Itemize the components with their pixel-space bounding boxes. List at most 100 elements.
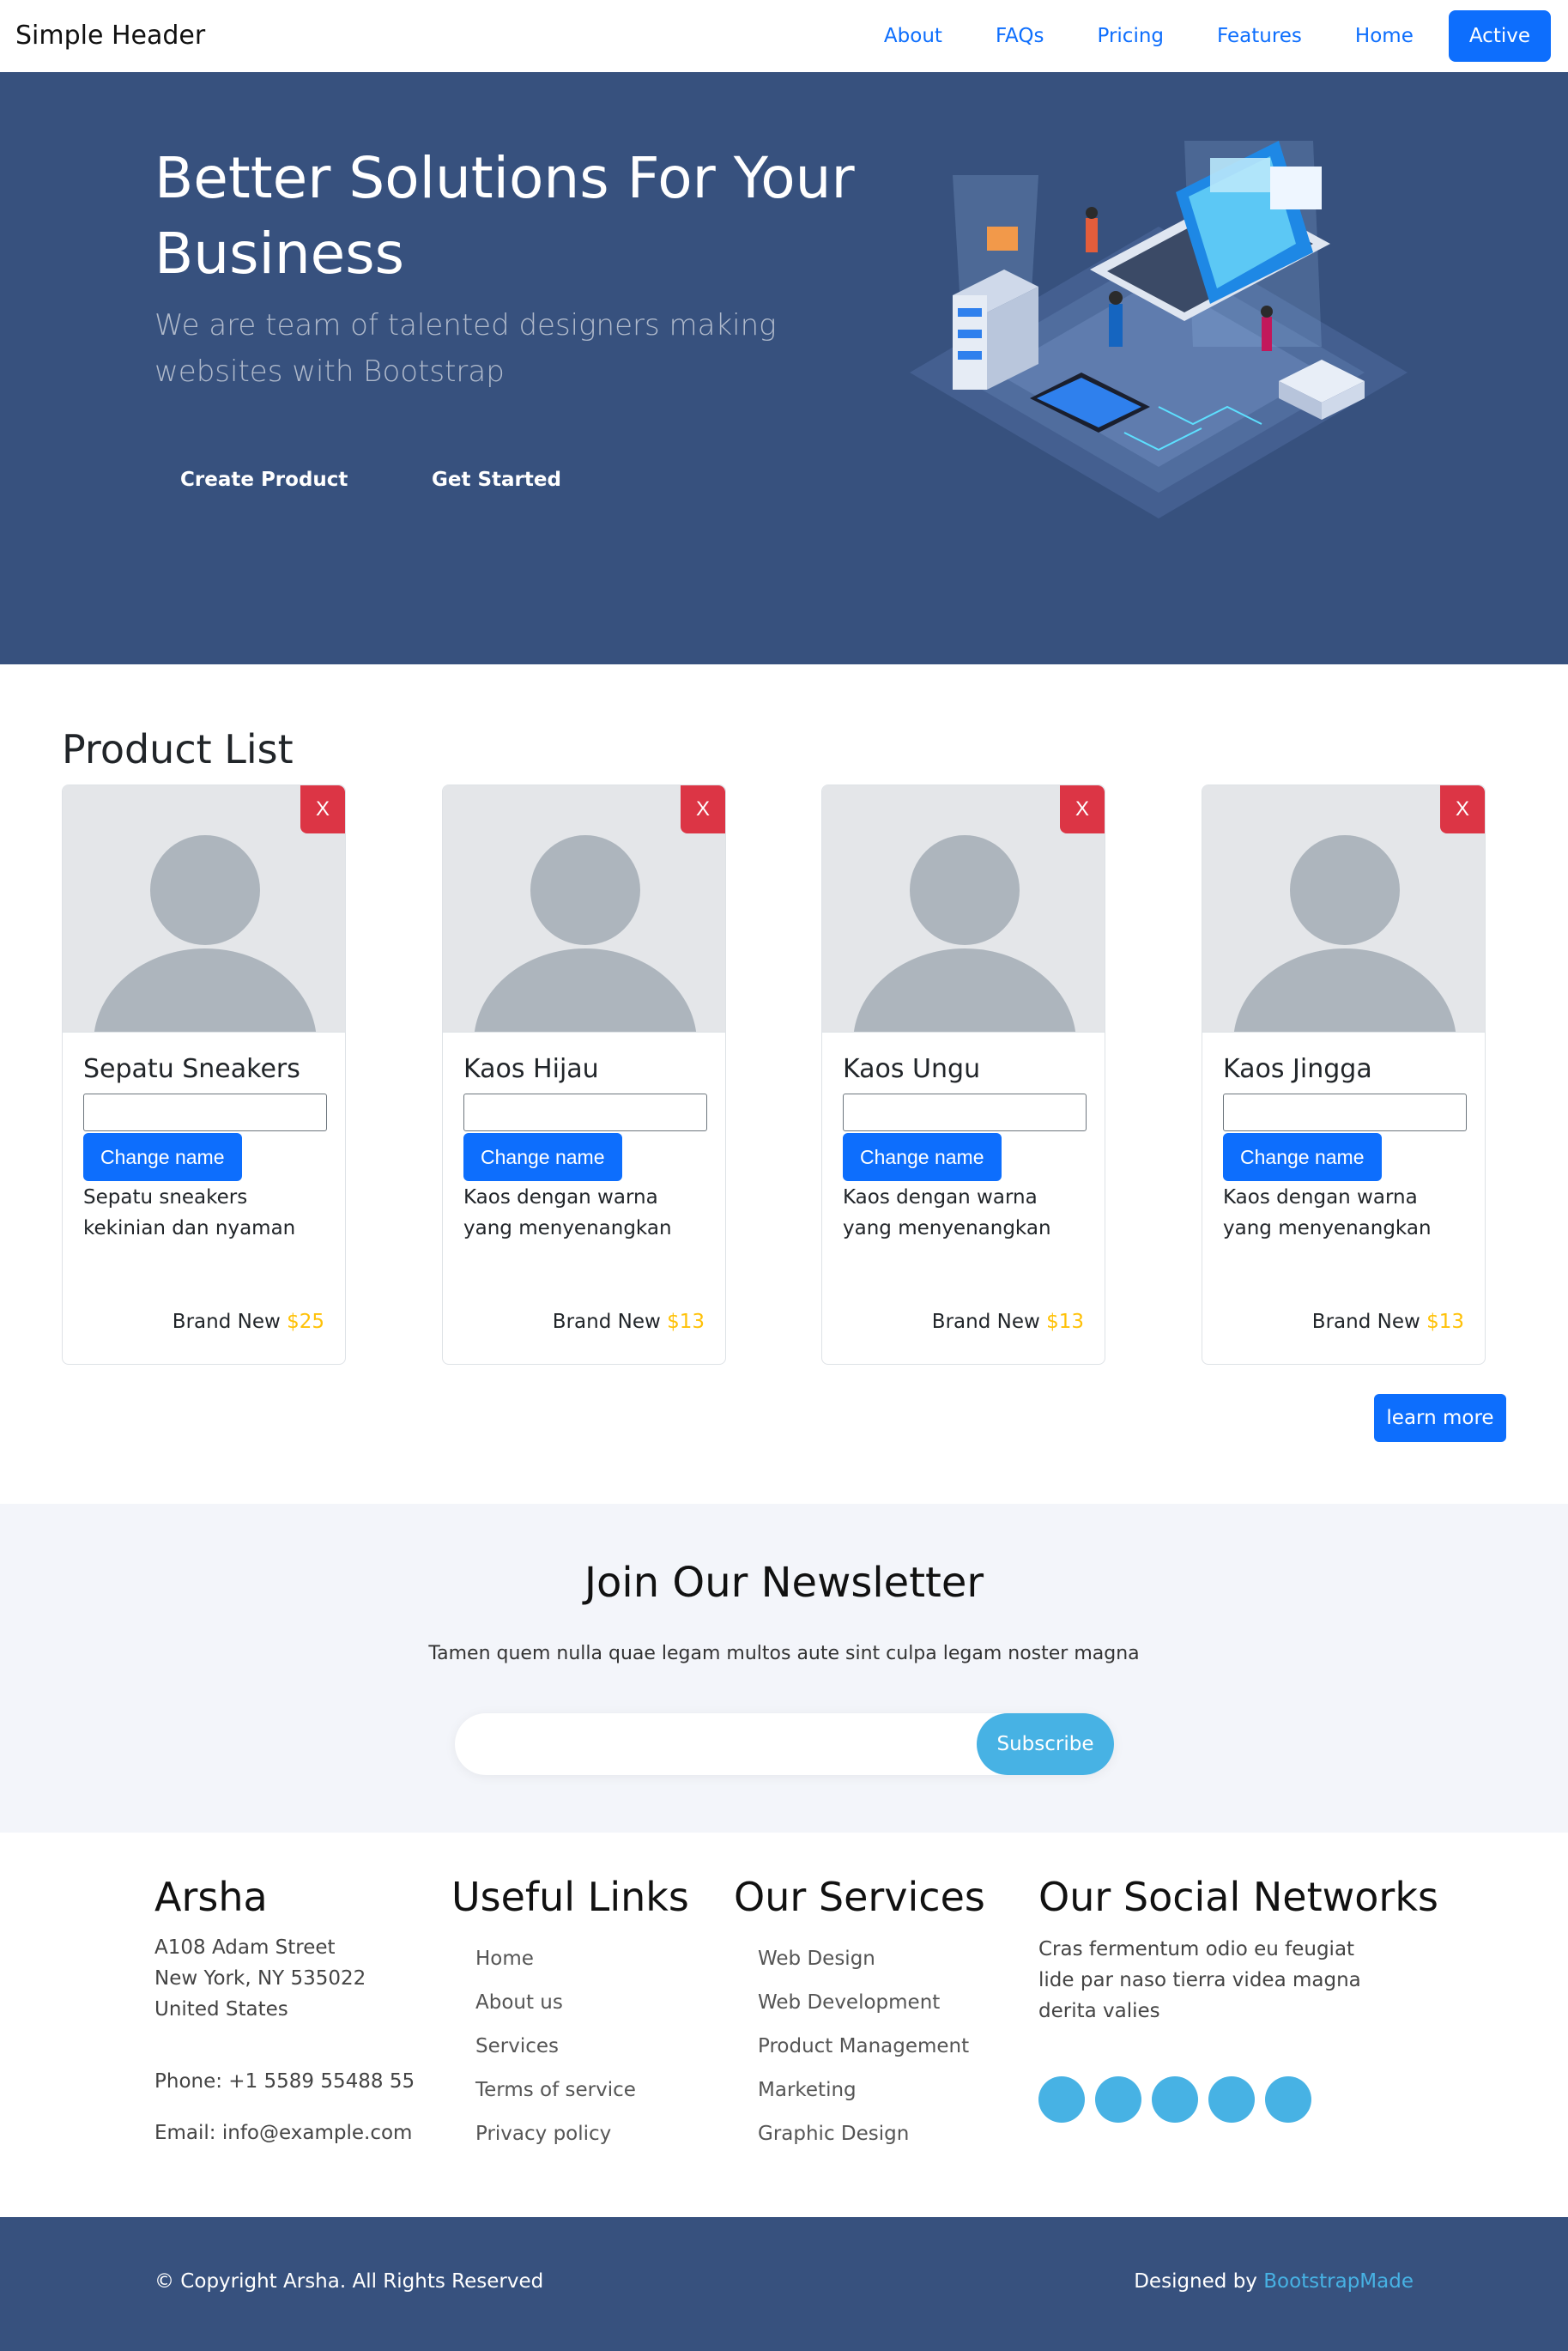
designer-link[interactable]: BootstrapMade (1263, 2270, 1414, 2293)
services-title: Our Services (734, 1874, 985, 1920)
product-price: $13 (667, 1311, 705, 1333)
product-card: X Sepatu Sneakers Change name Sepatu sne… (62, 785, 346, 1365)
linkedin-icon[interactable] (1265, 2076, 1311, 2123)
change-name-button[interactable]: Change name (83, 1133, 242, 1181)
footer-phone: Phone: +1 5589 55488 55 (154, 2070, 415, 2093)
product-price-row: Brand New $13 (932, 1311, 1084, 1333)
learn-more-button[interactable]: learn more (1374, 1394, 1506, 1442)
product-name-input[interactable] (1223, 1094, 1467, 1131)
create-product-button[interactable]: Create Product (180, 469, 348, 491)
get-started-button[interactable]: Get Started (432, 469, 561, 491)
subscribe-button[interactable]: Subscribe (977, 1713, 1114, 1775)
social-title: Our Social Networks (1038, 1874, 1438, 1920)
product-price-row: Brand New $13 (553, 1311, 705, 1333)
footer-service-product-management[interactable]: Product Management (734, 2025, 985, 2069)
copyright-text: © Copyright Arsha. All Rights Reserved (154, 2270, 544, 2293)
product-list-title: Product List (62, 726, 294, 773)
nav-menu: About FAQs Pricing Features Home Active (857, 10, 1551, 62)
footer-link-terms[interactable]: Terms of service (451, 2069, 689, 2112)
change-name-button[interactable]: Change name (1223, 1133, 1382, 1181)
footer-service-web-design[interactable]: Web Design (734, 1937, 985, 1981)
hero-illustration (910, 141, 1408, 518)
facebook-icon[interactable] (1095, 2076, 1141, 2123)
brand-title[interactable]: Simple Header (15, 21, 205, 51)
change-name-button[interactable]: Change name (463, 1133, 622, 1181)
price-label: Brand New (552, 1311, 661, 1333)
nav-pricing[interactable]: Pricing (1070, 10, 1190, 62)
product-description: Kaos dengan warna yang menyenangkan (843, 1186, 1051, 1239)
instagram-icon[interactable] (1152, 2076, 1198, 2123)
product-name: Sepatu Sneakers (83, 1054, 300, 1084)
designer-credit: Designed by BootstrapMade (1134, 2270, 1414, 2293)
footer-phone-block: Phone: +1 5589 55488 55 (154, 2066, 415, 2097)
footer-social: Our Social Networks Cras fermentum odio … (1038, 1874, 1438, 2123)
product-price-row: Brand New $25 (173, 1311, 324, 1333)
twitter-icon[interactable] (1038, 2076, 1085, 2123)
nav-home[interactable]: Home (1329, 10, 1440, 62)
address-line: United States (154, 1998, 288, 2021)
nav-active[interactable]: Active (1448, 10, 1551, 62)
product-name: Kaos Ungu (843, 1054, 981, 1084)
product-price: $13 (1046, 1311, 1084, 1333)
delete-product-button[interactable]: X (1060, 785, 1105, 833)
product-name-input[interactable] (843, 1094, 1087, 1131)
skype-icon[interactable] (1208, 2076, 1255, 2123)
product-description: Sepatu sneakers kekinian dan nyaman (83, 1186, 296, 1239)
newsletter-section: Join Our Newsletter Tamen quem nulla qua… (0, 1504, 1568, 1833)
product-description: Kaos dengan warna yang menyenangkan (1223, 1186, 1432, 1239)
footer-link-home[interactable]: Home (451, 1937, 689, 1981)
nav-faqs[interactable]: FAQs (969, 10, 1071, 62)
nav-about[interactable]: About (857, 10, 969, 62)
newsletter-text: Tamen quem nulla quae legam multos aute … (428, 1643, 1140, 1664)
footer-link-about[interactable]: About us (451, 1981, 689, 2025)
footer-address: A108 Adam Street New York, NY 535022 Uni… (154, 1932, 415, 2025)
hero-title: Better Solutions For Your Business (154, 145, 855, 287)
nav-features[interactable]: Features (1190, 10, 1329, 62)
footer-useful-links: Useful Links Home About us Services Term… (451, 1874, 689, 2156)
social-text: Cras fermentum odio eu feugiat lide par … (1038, 1938, 1361, 2022)
useful-links-title: Useful Links (451, 1874, 689, 1920)
product-price-row: Brand New $13 (1312, 1311, 1464, 1333)
address-line: A108 Adam Street (154, 1936, 336, 1959)
product-name: Kaos Hijau (463, 1054, 599, 1084)
delete-product-button[interactable]: X (681, 785, 725, 833)
footer-email-block: Email: info@example.com (154, 2118, 415, 2148)
product-card: X Kaos Jingga Change name Kaos dengan wa… (1202, 785, 1486, 1365)
change-name-button[interactable]: Change name (843, 1133, 1002, 1181)
footer-bottom: © Copyright Arsha. All Rights Reserved D… (0, 2217, 1568, 2351)
footer-contact: Arsha A108 Adam Street New York, NY 5350… (154, 1874, 415, 2148)
price-label: Brand New (931, 1311, 1040, 1333)
product-card: X Kaos Ungu Change name Kaos dengan warn… (821, 785, 1105, 1365)
newsletter-email-input[interactable] (481, 1725, 961, 1763)
product-description: Kaos dengan warna yang menyenangkan (463, 1186, 672, 1239)
services-list: Web Design Web Development Product Manag… (734, 1937, 985, 2156)
useful-links-list: Home About us Services Terms of service … (451, 1937, 689, 2156)
navbar: Simple Header About FAQs Pricing Feature… (0, 0, 1568, 72)
footer-service-graphic-design[interactable]: Graphic Design (734, 2112, 985, 2156)
social-icons (1038, 2076, 1438, 2123)
delete-product-button[interactable]: X (1440, 785, 1485, 833)
newsletter-title: Join Our Newsletter (584, 1559, 984, 1607)
product-name: Kaos Jingga (1223, 1054, 1372, 1084)
hero-section: Better Solutions For Your Business We ar… (0, 72, 1568, 664)
price-label: Brand New (172, 1311, 281, 1333)
social-text-block: Cras fermentum odio eu feugiat lide par … (1038, 1934, 1365, 2027)
product-price: $25 (287, 1311, 324, 1333)
price-label: Brand New (1311, 1311, 1420, 1333)
designed-by-label: Designed by (1134, 2270, 1257, 2293)
hero-subtitle: We are team of talented designers making… (154, 308, 777, 389)
newsletter-form: Subscribe (455, 1713, 1114, 1775)
footer-service-web-development[interactable]: Web Development (734, 1981, 985, 2025)
footer-service-marketing[interactable]: Marketing (734, 2069, 985, 2112)
footer-email: Email: info@example.com (154, 2122, 413, 2144)
footer-link-privacy[interactable]: Privacy policy (451, 2112, 689, 2156)
footer-services: Our Services Web Design Web Development … (734, 1874, 985, 2156)
product-card: X Kaos Hijau Change name Kaos dengan war… (442, 785, 726, 1365)
address-line: New York, NY 535022 (154, 1967, 366, 1990)
product-name-input[interactable] (463, 1094, 707, 1131)
footer-link-services[interactable]: Services (451, 2025, 689, 2069)
delete-product-button[interactable]: X (300, 785, 345, 833)
footer-company-name: Arsha (154, 1874, 268, 1920)
product-price: $13 (1426, 1311, 1464, 1333)
product-name-input[interactable] (83, 1094, 327, 1131)
